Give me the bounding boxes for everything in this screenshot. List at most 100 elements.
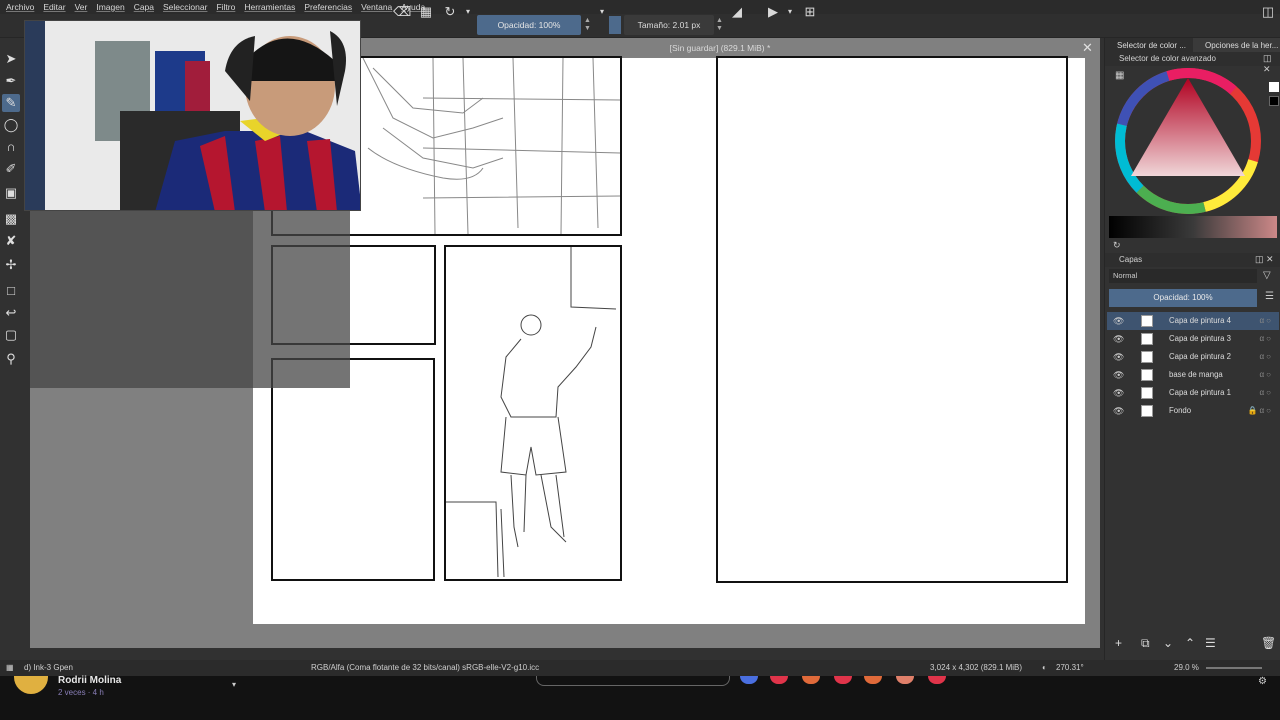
visibility-eye-icon[interactable]: 👁 bbox=[1113, 366, 1124, 384]
manga-page[interactable] bbox=[253, 56, 1085, 624]
layer-flags-icon[interactable]: α○ bbox=[1260, 312, 1273, 330]
blend-mode-select[interactable]: Normal bbox=[1109, 269, 1257, 283]
layer-flags-icon[interactable]: α○ bbox=[1260, 348, 1273, 366]
refresh-icon[interactable]: ↻ bbox=[1113, 240, 1121, 251]
contiguous-select-tool-icon[interactable]: ▢ bbox=[2, 326, 20, 344]
layer-row[interactable]: 👁 Capa de pintura 4 α○ bbox=[1107, 312, 1279, 330]
search-pill[interactable] bbox=[536, 676, 730, 686]
colorize-tool-icon[interactable]: ✘ bbox=[2, 232, 20, 250]
visibility-eye-icon[interactable]: 👁 bbox=[1113, 312, 1124, 330]
crop-tool-icon[interactable]: ▣ bbox=[2, 184, 20, 202]
delete-layer-icon[interactable]: 🗑 bbox=[1261, 636, 1276, 650]
flow-indicator bbox=[609, 16, 621, 34]
visibility-eye-icon[interactable]: 👁 bbox=[1113, 330, 1124, 348]
brush-opacity-slider[interactable]: Opacidad: 100% bbox=[477, 15, 581, 35]
status-rotation[interactable]: 270.31° bbox=[1056, 660, 1084, 676]
menu-item[interactable]: Imagen bbox=[96, 2, 124, 12]
dropdown-arrow-icon[interactable]: ▾ bbox=[460, 4, 476, 20]
layer-flags-icon[interactable]: α○ bbox=[1260, 384, 1273, 402]
rotation-icon[interactable]: ◐ bbox=[1042, 660, 1047, 676]
float-panel-icon[interactable]: ◫ ✕ bbox=[1263, 53, 1280, 75]
dynamic-brush-tool-icon[interactable]: ✐ bbox=[2, 160, 20, 178]
menu-item[interactable]: Archivo bbox=[6, 2, 34, 12]
ellipse-tool-icon[interactable]: ◯ bbox=[2, 116, 20, 134]
filter-icon[interactable]: ▽ bbox=[1263, 270, 1271, 281]
close-document-icon[interactable]: ✕ bbox=[1082, 40, 1093, 56]
docker-toggle-icon[interactable]: ◫ bbox=[1260, 4, 1276, 20]
status-bar: ▦ d) Ink-3 Gpen RGB/Alfa (Coma flotante … bbox=[0, 660, 1280, 676]
menu-item[interactable]: Herramientas bbox=[244, 2, 295, 12]
menu-item[interactable]: Editar bbox=[43, 2, 65, 12]
mirror-horizontal-icon[interactable]: ◢ bbox=[729, 4, 745, 20]
gradient-tool-icon[interactable]: ▩ bbox=[2, 210, 20, 228]
alpha-lock-icon[interactable]: ▦ bbox=[418, 4, 434, 20]
move-up-icon[interactable]: ⌃ bbox=[1185, 636, 1195, 650]
bezier-tool-icon[interactable]: ∩ bbox=[2, 138, 20, 156]
layer-thumbnail bbox=[1141, 315, 1153, 327]
wrap-around-icon[interactable]: ⊞ bbox=[802, 4, 818, 20]
layer-row[interactable]: 👁 base de manga α○ bbox=[1107, 366, 1279, 384]
settings-icon[interactable]: ⚙ bbox=[1258, 676, 1267, 687]
pen-tool-icon[interactable]: ✒ bbox=[2, 72, 20, 90]
reload-preset-icon[interactable]: ↻ bbox=[442, 4, 458, 20]
layer-flags-icon[interactable]: 🔒α○ bbox=[1248, 402, 1273, 420]
add-layer-icon[interactable]: + bbox=[1115, 636, 1122, 650]
color-white-swatch[interactable] bbox=[1269, 82, 1279, 92]
layer-row[interactable]: 👁 Capa de pintura 2 α○ bbox=[1107, 348, 1279, 366]
layer-name: Capa de pintura 3 bbox=[1169, 334, 1231, 343]
color-history-strip[interactable] bbox=[1109, 216, 1277, 238]
opacity-spin-icon[interactable]: ▲ ▼ bbox=[584, 17, 591, 33]
webcam-overlay bbox=[24, 20, 361, 211]
select-tool-icon[interactable]: ➤ bbox=[2, 50, 20, 68]
color-black-swatch[interactable] bbox=[1269, 96, 1279, 106]
menu-item[interactable]: Ver bbox=[75, 2, 88, 12]
menu-item[interactable]: Preferencias bbox=[304, 2, 352, 12]
duplicate-layer-icon[interactable]: ⧉ bbox=[1141, 636, 1150, 651]
menu-item[interactable]: Seleccionar bbox=[163, 2, 207, 12]
layer-properties-icon[interactable]: ☰ bbox=[1205, 636, 1216, 650]
visibility-eye-icon[interactable]: 👁 bbox=[1113, 384, 1124, 402]
dropdown-arrow-icon[interactable]: ▾ bbox=[594, 4, 610, 20]
lasso-select-tool-icon[interactable]: ↩ bbox=[2, 304, 20, 322]
visibility-eye-icon[interactable]: 👁 bbox=[1113, 348, 1124, 366]
layer-thumbnail bbox=[1141, 351, 1153, 363]
status-color-space: RGB/Alfa (Coma flotante de 32 bits/canal… bbox=[311, 663, 540, 672]
menu-item[interactable]: Ventana bbox=[361, 2, 392, 12]
dropdown-arrow-icon[interactable]: ▾ bbox=[782, 4, 798, 20]
layer-flags-icon[interactable]: α○ bbox=[1260, 330, 1273, 348]
freehand-brush-tool-icon[interactable]: ✎ bbox=[2, 94, 20, 112]
color-wheel[interactable] bbox=[1113, 66, 1263, 216]
visibility-eye-icon[interactable]: 👁 bbox=[1113, 402, 1124, 420]
move-down-icon[interactable]: ⌄ bbox=[1163, 636, 1173, 650]
brush-size-slider[interactable]: Tamaño: 2.01 px bbox=[624, 15, 714, 35]
layer-menu-icon[interactable]: ☰ bbox=[1265, 291, 1274, 302]
color-selector-title: Selector de color avanzado bbox=[1105, 52, 1280, 66]
layer-flags-icon[interactable]: α○ bbox=[1260, 366, 1273, 384]
right-docker: Selector de color ... Opciones de la her… bbox=[1104, 38, 1280, 660]
layer-name: Fondo bbox=[1169, 406, 1192, 415]
panel-bottom-left bbox=[271, 358, 435, 581]
menu-item[interactable]: Capa bbox=[134, 2, 154, 12]
chevron-down-icon[interactable]: ▾ bbox=[232, 680, 236, 689]
layers-title: Capas bbox=[1105, 253, 1280, 267]
krita-window: Archivo Editar Ver Imagen Capa Seleccionar Fil… bbox=[0, 0, 1280, 720]
status-zoom[interactable]: 29.0 % bbox=[1174, 660, 1199, 676]
mirror-vertical-icon[interactable]: ▶ bbox=[765, 4, 781, 20]
layer-thumbnail bbox=[1141, 405, 1153, 417]
layer-row[interactable]: 👁 Fondo 🔒α○ bbox=[1107, 402, 1279, 420]
zoom-slider[interactable] bbox=[1206, 667, 1262, 669]
rect-select-tool-icon[interactable]: □ bbox=[2, 282, 20, 300]
panel-character-sketch bbox=[444, 245, 622, 581]
status-brush[interactable]: d) Ink-3 Gpen bbox=[24, 660, 73, 676]
float-layers-icon[interactable]: ◫ ✕ bbox=[1255, 254, 1274, 265]
size-spin-icon[interactable]: ▲ ▼ bbox=[716, 17, 723, 33]
user-subtitle: 2 veces · 4 h bbox=[58, 688, 104, 697]
layer-opacity-slider[interactable]: Opacidad: 100% bbox=[1109, 289, 1257, 307]
layer-row[interactable]: 👁 Capa de pintura 1 α○ bbox=[1107, 384, 1279, 402]
menu-item[interactable]: Filtro bbox=[216, 2, 235, 12]
layer-name: Capa de pintura 1 bbox=[1169, 388, 1231, 397]
eraser-icon[interactable]: ⌫ bbox=[393, 4, 411, 20]
transform-tool-icon[interactable]: ✢ bbox=[2, 256, 20, 274]
layer-row[interactable]: 👁 Capa de pintura 3 α○ bbox=[1107, 330, 1279, 348]
zoom-tool-icon[interactable]: ⚲ bbox=[2, 350, 20, 368]
